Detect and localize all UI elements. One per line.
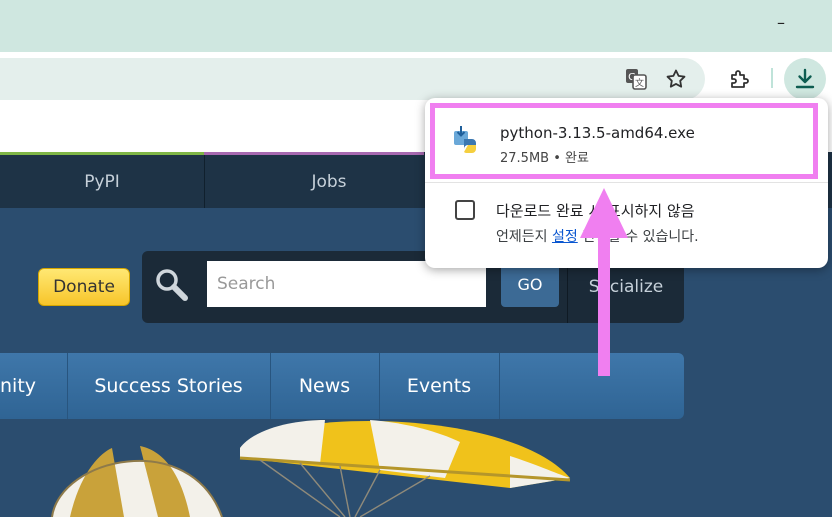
top-nav-jobs[interactable]: Jobs (204, 155, 455, 208)
toolbar-divider (771, 68, 773, 88)
menu-item-community[interactable]: nity (0, 353, 68, 419)
translate-icon[interactable]: G 文 (620, 63, 652, 95)
minimize-window-button[interactable]: – (774, 14, 788, 32)
settings-hint-part1: 언제든지 (496, 229, 548, 245)
magnifier-icon (153, 266, 193, 306)
bookmark-star-icon[interactable] (660, 63, 692, 95)
highlight-box (430, 103, 818, 179)
browser-title-bar (0, 0, 832, 52)
address-bar[interactable] (0, 58, 705, 100)
svg-text:文: 文 (635, 77, 644, 89)
dont-show-checkbox[interactable] (455, 200, 475, 220)
annotation-arrow (580, 188, 628, 376)
menu-item-news[interactable]: News (270, 353, 380, 419)
extensions-puzzle-icon[interactable] (723, 63, 755, 95)
donate-button[interactable]: Donate (38, 268, 130, 306)
parachute-right (239, 420, 571, 517)
parachute-left (51, 446, 223, 517)
parachute-illustration (51, 420, 571, 517)
menu-item-events[interactable]: Events (379, 353, 500, 419)
download-icon[interactable] (784, 58, 826, 100)
menu-item-success-stories[interactable]: Success Stories (67, 353, 271, 419)
top-nav-pypi[interactable]: PyPI (0, 155, 205, 208)
